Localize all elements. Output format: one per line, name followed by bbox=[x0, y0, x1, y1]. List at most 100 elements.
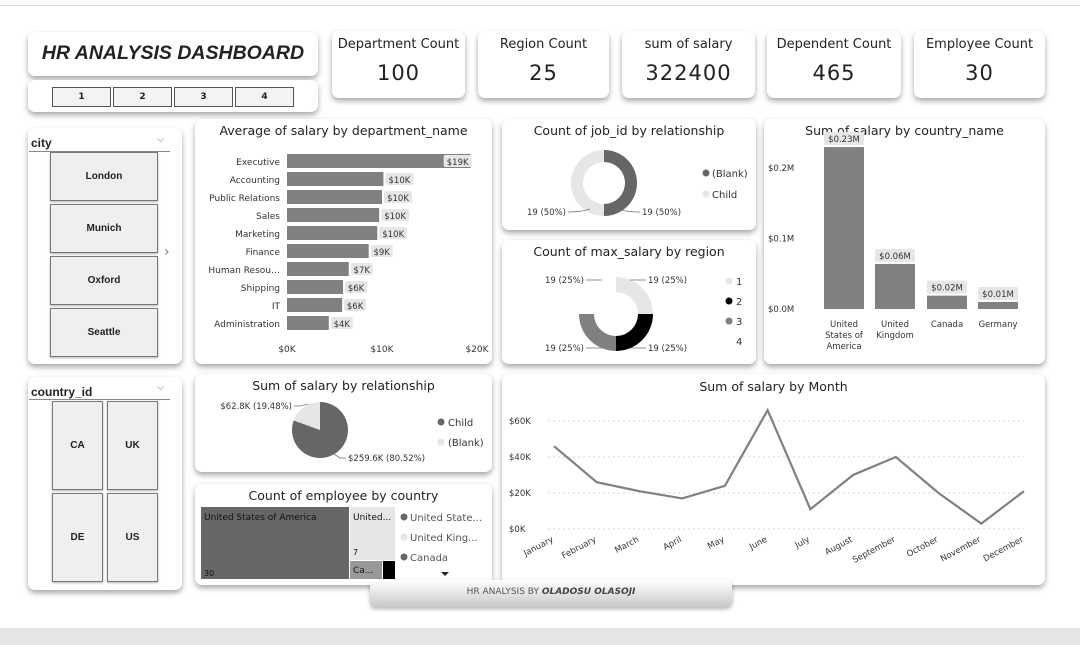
x-tick-label: May bbox=[706, 535, 726, 552]
legend-marker bbox=[702, 190, 710, 198]
category-label: United bbox=[881, 320, 909, 330]
kpi-dependent-count: Dependent Count 465 bbox=[767, 31, 901, 98]
top-border bbox=[0, 0, 1080, 6]
country-item-uk[interactable]: UK bbox=[107, 401, 158, 490]
data-label: $4K bbox=[334, 320, 351, 330]
category-label: Administration bbox=[214, 320, 280, 330]
page-button-2[interactable]: 2 bbox=[113, 87, 172, 107]
city-item-oxford[interactable]: Oxford bbox=[50, 256, 158, 305]
city-item-munich[interactable]: Munich bbox=[50, 204, 158, 253]
kpi-value: 465 bbox=[812, 61, 856, 85]
page-button-4[interactable]: 4 bbox=[235, 87, 294, 107]
employee-country-card: Count of employee by country United Stat… bbox=[195, 484, 492, 585]
bar bbox=[824, 147, 864, 309]
kpi-department-count: Department Count 100 bbox=[332, 31, 465, 98]
relationship-salary-card: Sum of salary by relationship $62.8K (19… bbox=[195, 374, 492, 472]
x-tick-label: July bbox=[793, 535, 812, 551]
legend-label: Child bbox=[712, 190, 737, 201]
country-slicer-underline bbox=[29, 399, 170, 400]
country-item-de[interactable]: DE bbox=[52, 493, 103, 582]
chevron-right-icon[interactable]: › bbox=[164, 244, 170, 260]
kpi-label: Employee Count bbox=[925, 37, 1034, 52]
category-label: IT bbox=[272, 302, 281, 312]
category-label: Shipping bbox=[241, 284, 280, 294]
city-item-london[interactable]: London bbox=[50, 152, 158, 201]
data-label: $259.6K (80.52%) bbox=[348, 454, 425, 464]
y-tick-label: $0.1M bbox=[768, 235, 794, 245]
chevron-down-icon[interactable]: ⌵ bbox=[157, 382, 165, 393]
region-donut-chart: 19 (25%) 19 (25%) 19 (25%) 19 (25%) 1 2 3 4 bbox=[545, 276, 742, 354]
bar bbox=[287, 190, 382, 204]
data-label: 19 (50%) bbox=[642, 208, 681, 218]
x-tick-label: March bbox=[613, 535, 641, 556]
legend-marker bbox=[725, 297, 733, 305]
legend-label: 2 bbox=[736, 297, 742, 308]
data-label: $0.06M bbox=[879, 252, 911, 262]
y-tick-label: $20K bbox=[509, 489, 531, 499]
x-tick-label: February bbox=[560, 535, 598, 562]
bar bbox=[287, 244, 369, 258]
bar bbox=[287, 298, 343, 312]
tile-value: 7 bbox=[353, 548, 358, 557]
data-label: $19K bbox=[447, 158, 469, 168]
job-donut-chart: 19 (50%) 19 (50%) (Blank) Child bbox=[527, 150, 748, 218]
region-salary-card: Count of max_salary by region 19 (25%) 19… bbox=[502, 240, 756, 364]
category-label: Accounting bbox=[230, 176, 280, 186]
country-salary-card: Sum of salary by country_name $0.0M $0.1M… bbox=[764, 119, 1045, 364]
city-item-seattle[interactable]: Seattle bbox=[50, 308, 158, 357]
page-button-1[interactable]: 1 bbox=[52, 87, 111, 107]
data-label: 19 (25%) bbox=[545, 276, 584, 286]
country-item-ca[interactable]: CA bbox=[52, 401, 103, 490]
data-label: $0.01M bbox=[982, 290, 1014, 300]
y-tick-label: $0.0M bbox=[768, 305, 794, 315]
legend-label: (Blank) bbox=[712, 169, 748, 180]
job-relationship-card: Count of job_id by relationship 19 (50%)… bbox=[502, 119, 756, 230]
country-item-us[interactable]: US bbox=[107, 493, 158, 582]
tile-value: 30 bbox=[204, 569, 214, 578]
legend-label: United King... bbox=[410, 533, 478, 544]
page-button-3[interactable]: 3 bbox=[174, 87, 233, 107]
kpi-value: 30 bbox=[965, 61, 994, 85]
data-label: $62.8K (19.48%) bbox=[220, 402, 292, 412]
slice-blank bbox=[604, 150, 637, 216]
x-tick-label: June bbox=[747, 535, 769, 553]
x-tick-label: November bbox=[939, 535, 983, 565]
y-tick-label: $0K bbox=[509, 525, 526, 535]
month-salary-card: Sum of salary by Month $0K $20K $40K $60K Ja… bbox=[502, 374, 1045, 585]
data-label: $6K bbox=[347, 302, 364, 312]
month-line-chart: $0K $20K $40K $60K January February March April… bbox=[509, 407, 1026, 566]
bar bbox=[927, 295, 967, 309]
kpi-sum-of-salary: sum of salary 322400 bbox=[622, 31, 755, 98]
chevron-down-icon[interactable]: ⌵ bbox=[157, 134, 165, 145]
x-tick-label: January bbox=[521, 535, 555, 559]
legend-marker bbox=[702, 169, 710, 177]
data-label: $9K bbox=[374, 248, 391, 258]
country-column-chart: $0.0M$0.1M$0.2M$0.23MUnitedStates ofAmer… bbox=[768, 132, 1018, 352]
kpi-label: sum of salary bbox=[644, 37, 733, 52]
city-slicer-title: city bbox=[31, 136, 52, 150]
kpi-label: Department Count bbox=[337, 37, 460, 52]
data-label: $10K bbox=[387, 194, 409, 204]
category-label: Canada bbox=[931, 320, 963, 330]
x-tick-label: October bbox=[905, 535, 940, 560]
x-tick-label: April bbox=[662, 535, 684, 553]
country-item-label: UK bbox=[125, 440, 140, 451]
slice-4 bbox=[579, 277, 616, 314]
country-item-label: CA bbox=[70, 440, 85, 451]
category-label: America bbox=[826, 342, 861, 352]
legend-marker bbox=[437, 438, 445, 446]
data-label: 19 (25%) bbox=[648, 276, 687, 286]
bar bbox=[287, 262, 349, 276]
bar bbox=[287, 316, 329, 330]
bar bbox=[287, 154, 471, 168]
legend-label: (Blank) bbox=[448, 438, 484, 449]
legend-marker bbox=[725, 317, 733, 325]
kpi-value: 322400 bbox=[645, 61, 732, 85]
legend-label: 1 bbox=[736, 277, 742, 288]
author-footer: HR ANALYSIS BY OLADOSU OLASOJI bbox=[370, 580, 732, 607]
legend-marker bbox=[437, 418, 445, 426]
caret-down-icon bbox=[441, 572, 449, 576]
data-label: 19 (25%) bbox=[545, 344, 584, 354]
legend-marker bbox=[400, 553, 408, 561]
data-label: $0.23M bbox=[828, 135, 860, 145]
